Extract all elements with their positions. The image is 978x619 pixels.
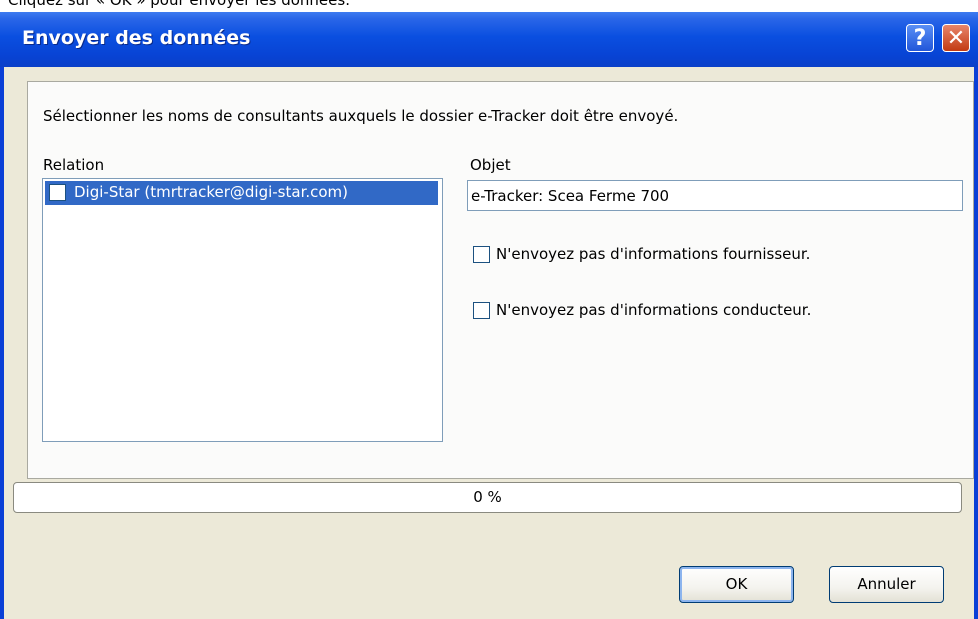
no-driver-info-label: N'envoyez pas d'informations conducteur. [496,301,812,319]
ok-button[interactable]: OK [679,566,794,603]
no-supplier-info-label: N'envoyez pas d'informations fournisseur… [496,245,811,263]
top-caption: Cliquez sur « OK » pour envoyer les donn… [8,0,350,9]
subject-label: Objet [470,156,511,174]
content-panel: Sélectionner les noms de consultants aux… [27,81,974,479]
relation-item-label: Digi-Star (tmrtracker@digi-star.com) [74,183,349,201]
dialog-window: Envoyer des données ? ✕ Sélectionner les… [0,12,978,619]
relation-item-digi-star[interactable]: Digi-Star (tmrtracker@digi-star.com) [45,181,438,205]
relation-listbox[interactable]: Digi-Star (tmrtracker@digi-star.com) [42,178,443,442]
close-icon: ✕ [946,26,966,51]
no-supplier-info-checkbox[interactable] [473,246,490,263]
close-button[interactable]: ✕ [942,24,970,52]
title-bar[interactable]: Envoyer des données ? ✕ [0,12,978,67]
relation-label: Relation [43,156,105,174]
dialog-client-area: Sélectionner les noms de consultants aux… [4,67,974,619]
relation-item-checkbox[interactable] [49,184,66,201]
subject-input[interactable] [467,180,963,211]
progress-bar: 0 % [13,482,962,513]
no-driver-info-checkbox[interactable] [473,302,490,319]
window-title: Envoyer des données [22,27,251,49]
help-button[interactable]: ? [906,24,934,52]
progress-text: 0 % [473,488,502,506]
help-icon: ? [913,26,927,51]
cancel-button[interactable]: Annuler [829,566,944,603]
instruction-text: Sélectionner les noms de consultants aux… [43,107,679,125]
